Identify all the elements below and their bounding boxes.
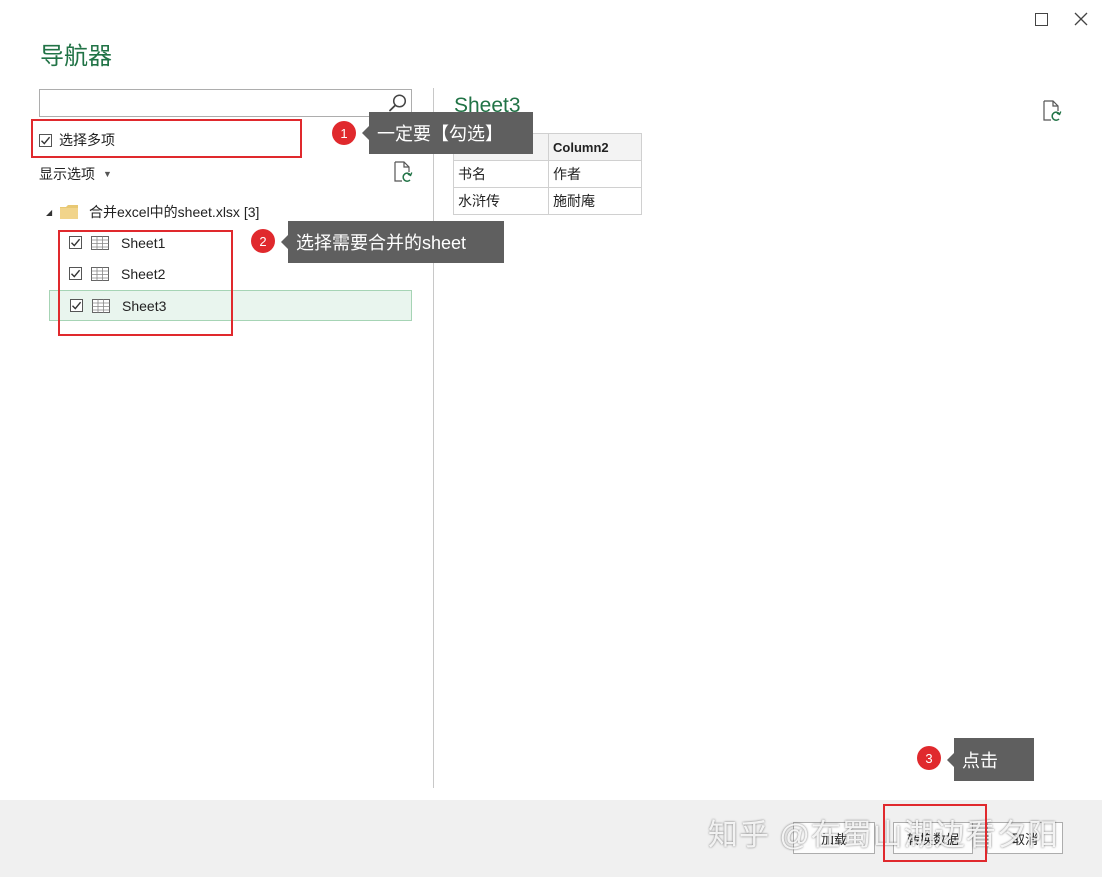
sheet1-checkbox[interactable] — [69, 236, 82, 249]
sheet-icon — [91, 235, 109, 250]
folder-icon — [60, 205, 78, 219]
table-cell: 施耐庵 — [548, 187, 642, 215]
preview-refresh-icon[interactable] — [1042, 100, 1062, 122]
tree-root-workbook[interactable]: ◢ 合并excel中的sheet.xlsx [3] — [46, 202, 259, 222]
table-cell: 书名 — [453, 160, 549, 188]
checkmark-icon — [41, 136, 51, 145]
tree-item-label: Sheet3 — [122, 297, 167, 314]
tree-item-sheet3[interactable]: Sheet3 — [49, 290, 412, 321]
display-options-label: 显示选项 — [39, 166, 95, 182]
table-row: 水浒传 施耐庵 — [453, 187, 642, 215]
checkmark-icon — [72, 301, 82, 310]
transform-data-button[interactable]: 转换数据 — [893, 822, 973, 854]
display-options-dropdown[interactable]: 显示选项 ▼ — [39, 164, 112, 184]
step-marker-3: 3 — [917, 746, 941, 770]
dialog-title: 导航器 — [40, 43, 112, 70]
maximize-button[interactable] — [1026, 6, 1056, 32]
cancel-button[interactable]: 取消 — [987, 822, 1063, 854]
load-button[interactable]: 加载 — [793, 822, 875, 854]
refresh-icon[interactable] — [393, 161, 413, 183]
search-input[interactable] — [44, 90, 378, 116]
checkmark-icon — [71, 238, 81, 247]
sheet-icon — [92, 298, 110, 313]
callout-2: 选择需要合并的sheet — [281, 221, 504, 263]
tree-item-label: Sheet1 — [121, 234, 166, 251]
table-cell: 作者 — [548, 160, 642, 188]
step-marker-2: 2 — [251, 229, 275, 253]
tree-item-label: Sheet2 — [121, 265, 166, 282]
sheet3-checkbox[interactable] — [70, 299, 83, 312]
table-row: 书名 作者 — [453, 160, 642, 188]
search-field[interactable] — [39, 89, 412, 117]
sheet2-checkbox[interactable] — [69, 267, 82, 280]
tree-root-label: 合并excel中的sheet.xlsx [3] — [89, 204, 260, 220]
panel-divider[interactable] — [433, 88, 434, 788]
maximize-icon — [1034, 12, 1048, 26]
sheet-icon — [91, 266, 109, 281]
tree-item-sheet2[interactable]: Sheet2 — [49, 259, 412, 288]
callout-3: 点击 — [947, 738, 1034, 781]
column-header: Column2 — [548, 133, 642, 161]
callout-1: 一定要【勾选】 — [362, 112, 533, 154]
collapse-triangle-icon[interactable]: ◢ — [46, 208, 56, 217]
step-marker-1: 1 — [332, 121, 356, 145]
checkmark-icon — [71, 269, 81, 278]
dropdown-caret-icon: ▼ — [103, 169, 112, 179]
multi-select-option[interactable]: 选择多项 — [39, 130, 115, 150]
search-icon[interactable] — [388, 93, 408, 113]
close-icon — [1074, 12, 1088, 26]
multi-select-checkbox[interactable] — [39, 133, 52, 147]
close-button[interactable] — [1066, 6, 1096, 32]
table-cell: 水浒传 — [453, 187, 549, 215]
multi-select-label: 选择多项 — [59, 132, 115, 148]
